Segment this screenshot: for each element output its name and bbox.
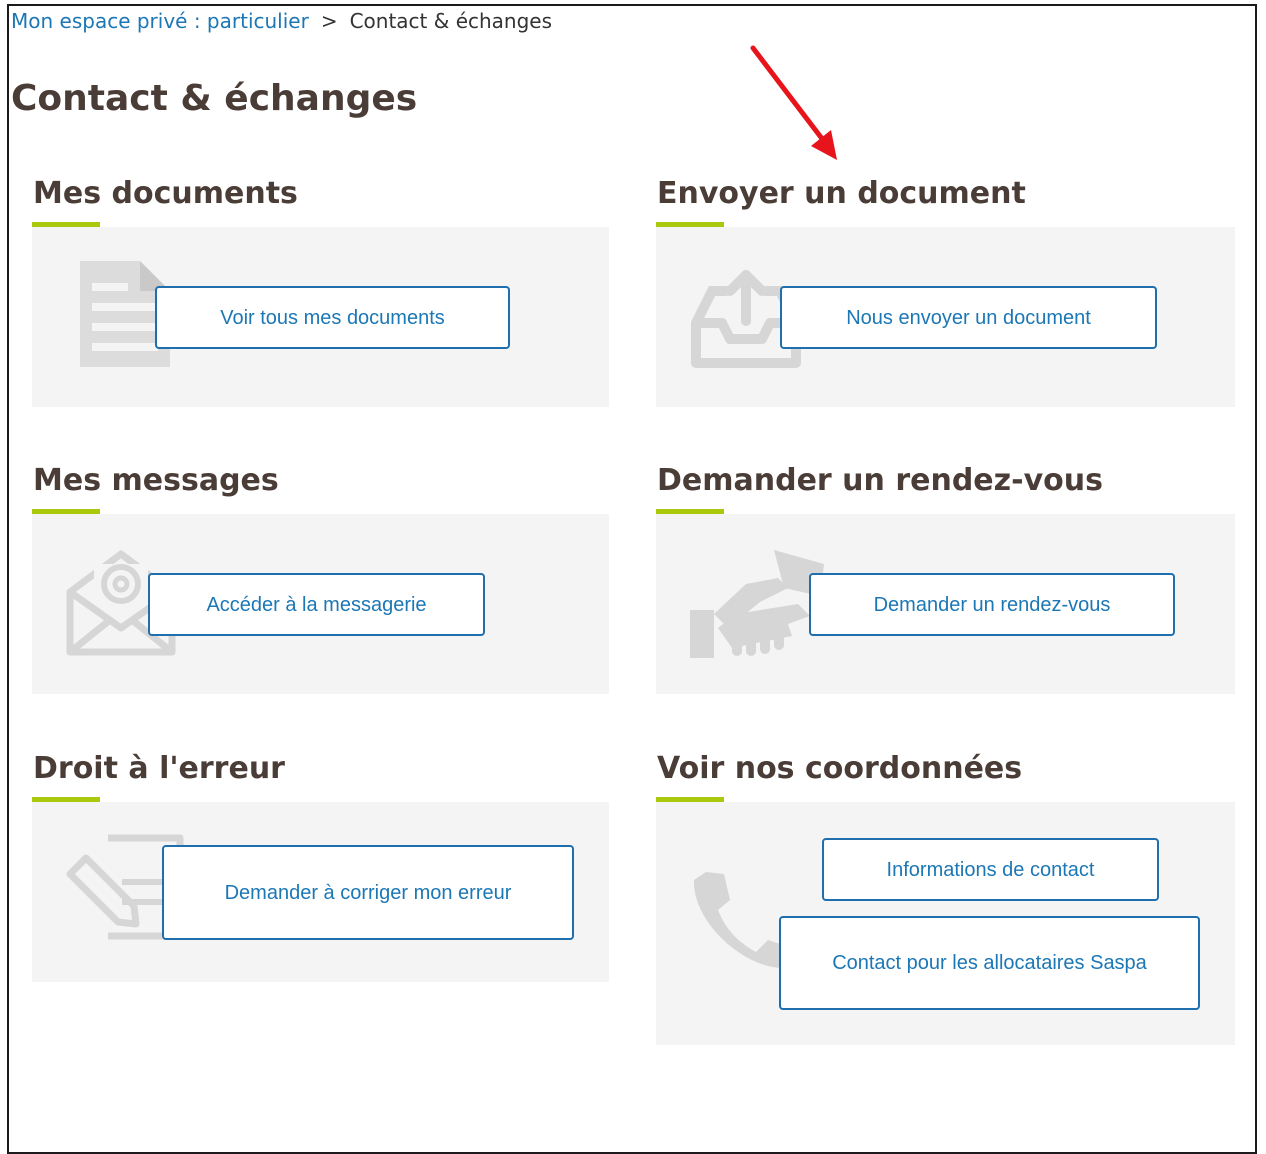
contact-information-button[interactable]: Informations de contact [822, 838, 1159, 901]
card-contacts-title: Voir nos coordonnées [657, 751, 1023, 786]
handshake-icon [690, 550, 824, 658]
card-documents-panel: Voir tous mes documents [32, 227, 609, 407]
card-send-document-title: Envoyer un document [657, 176, 1026, 211]
card-messages-title: Mes messages [33, 463, 279, 498]
card-appointment-title: Demander un rendez-vous [657, 463, 1103, 498]
card-messages: Mes messages Accéder à la messagerie [32, 461, 609, 694]
card-contacts: Voir nos coordonnées Informations de con… [656, 749, 1235, 1045]
page-title: Contact & échanges [11, 78, 418, 119]
request-appointment-button[interactable]: Demander un rendez-vous [809, 573, 1175, 636]
breadcrumb-home-link[interactable]: Mon espace privé : particulier [11, 9, 309, 33]
breadcrumb-current: Contact & échanges [349, 9, 553, 33]
card-error-right-panel: Demander à corriger mon erreur [32, 802, 609, 982]
card-send-document-panel: Nous envoyer un document [656, 227, 1235, 407]
saspa-contact-button[interactable]: Contact pour les allocataires Saspa [779, 916, 1200, 1010]
card-error-right-title: Droit à l'erreur [33, 751, 285, 786]
card-documents-title: Mes documents [33, 176, 298, 211]
open-messaging-button[interactable]: Accéder à la messagerie [148, 573, 485, 636]
red-arrow-annotation [750, 45, 837, 160]
card-appointment-panel: Demander un rendez-vous [656, 514, 1235, 694]
breadcrumb-separator: > [320, 9, 338, 33]
card-messages-panel: Accéder à la messagerie [32, 514, 609, 694]
view-all-documents-button[interactable]: Voir tous mes documents [155, 286, 510, 349]
card-appointment: Demander un rendez-vous Demander un rend… [656, 461, 1235, 694]
correct-error-button[interactable]: Demander à corriger mon erreur [162, 845, 574, 940]
card-contacts-panel: Informations de contact Contact pour les… [656, 802, 1235, 1045]
card-documents: Mes documents Voir tous mes documents [32, 174, 609, 407]
breadcrumb: Mon espace privé : particulier > Contact &… [11, 6, 552, 36]
card-send-document: Envoyer un document Nous envoyer un docu… [656, 174, 1235, 407]
card-error-right: Droit à l'erreur Demander à corriger mon… [32, 749, 609, 982]
send-document-button[interactable]: Nous envoyer un document [780, 286, 1157, 349]
